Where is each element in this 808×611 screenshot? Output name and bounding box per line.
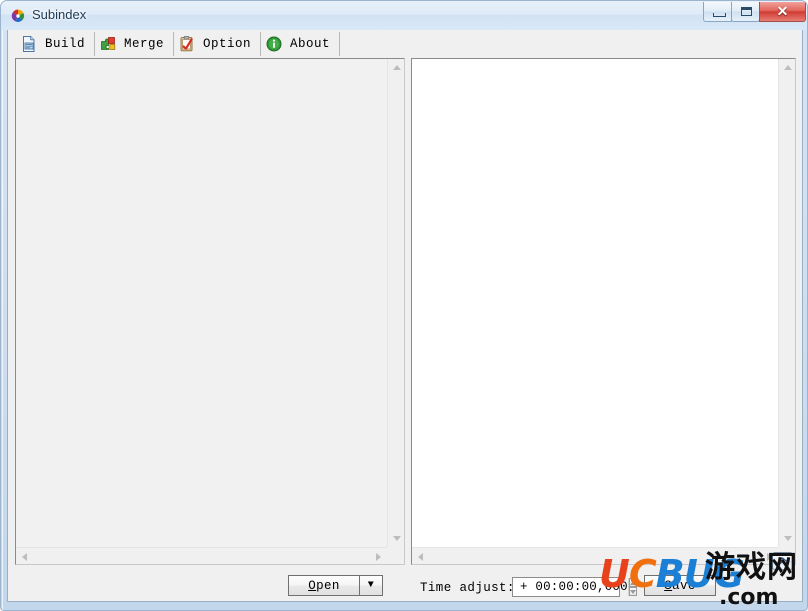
time-adjust-decrement-button[interactable] <box>628 587 637 596</box>
time-adjust-label: Time adjust: <box>420 581 515 595</box>
open-button-label-rest: pen <box>316 578 340 593</box>
scroll-up-arrow-left[interactable] <box>388 59 404 76</box>
scroll-down-arrow-right[interactable] <box>779 530 795 547</box>
left-panel-vertical-scrollbar[interactable] <box>387 59 404 547</box>
maximize-icon <box>741 7 752 16</box>
close-button[interactable]: ✕ <box>759 2 806 22</box>
scroll-left-arrow-right[interactable] <box>412 548 429 564</box>
option-clipboard-icon <box>180 35 193 51</box>
chevron-down-icon <box>629 589 636 594</box>
right-panel-horizontal-scrollbar[interactable] <box>412 547 778 564</box>
save-button-accelerator: S <box>664 578 673 593</box>
chevron-right-icon <box>376 552 381 561</box>
minimize-icon <box>713 13 726 17</box>
merge-puzzle-icon <box>101 36 116 50</box>
toolbar-label-build: Build <box>45 36 86 51</box>
toolbar-label-merge: Merge <box>124 36 165 51</box>
open-button[interactable]: Open <box>288 575 360 596</box>
collapse-panel-button[interactable] <box>772 552 793 570</box>
right-panel-vertical-scrollbar[interactable] <box>778 59 795 547</box>
chevron-left-icon <box>22 552 27 561</box>
source-subtitle-list-content[interactable] <box>16 59 387 547</box>
window-controls: ✕ <box>703 2 806 24</box>
application-window: Subindex ✕ Build Merge Option About O pe… <box>0 0 808 611</box>
chevron-left-icon <box>418 552 423 561</box>
left-panel-horizontal-scrollbar[interactable] <box>16 547 387 564</box>
open-dropdown-button[interactable]: ▼ <box>359 575 383 596</box>
scroll-right-arrow-left[interactable] <box>370 548 387 564</box>
toolbar-button-merge[interactable]: Merge <box>95 31 175 56</box>
save-button[interactable]: Save <box>644 575 716 596</box>
time-adjust-spinner[interactable]: + 00:00:00,000 <box>512 577 637 597</box>
about-info-icon <box>266 36 282 51</box>
client-area: Build Merge Option About <box>7 30 803 602</box>
scroll-up-arrow-right[interactable] <box>779 59 795 76</box>
scroll-down-arrow-left[interactable] <box>388 530 404 547</box>
output-preview-content[interactable] <box>412 59 778 547</box>
time-adjust-label-rest: ime adjust: <box>427 581 515 595</box>
scroll-left-arrow-left[interactable] <box>16 548 33 564</box>
build-document-icon <box>23 35 35 52</box>
minimize-button[interactable] <box>703 2 732 22</box>
chevron-up-icon <box>392 65 401 70</box>
toolbar-button-option[interactable]: Option <box>174 31 262 56</box>
chevron-down-icon <box>392 536 401 541</box>
app-pinwheel-icon <box>11 9 25 22</box>
title-bar[interactable]: Subindex ✕ <box>1 1 807 30</box>
chevron-down-icon <box>783 536 792 541</box>
toolbar-label-option: Option <box>203 36 252 51</box>
time-adjust-accelerator: T <box>420 581 428 595</box>
output-preview[interactable] <box>411 58 796 565</box>
close-icon: ✕ <box>776 2 789 19</box>
main-toolbar: Build Merge Option About <box>8 30 802 57</box>
chevron-up-icon <box>629 580 636 585</box>
chevron-down-icon: ▼ <box>367 580 375 591</box>
maximize-button[interactable] <box>731 2 760 22</box>
source-subtitle-list[interactable] <box>15 58 405 565</box>
time-adjust-increment-button[interactable] <box>628 578 637 587</box>
toolbar-label-about: About <box>290 36 331 51</box>
window-title: Subindex <box>32 7 87 22</box>
toolbar-button-about[interactable]: About <box>261 31 341 56</box>
chevron-up-icon <box>783 65 792 70</box>
time-adjust-value[interactable]: + 00:00:00,000 <box>513 580 628 594</box>
save-button-label-rest: ave <box>672 578 696 593</box>
toolbar-button-build[interactable]: Build <box>16 31 96 56</box>
left-panel-scrollbar-corner <box>387 547 404 564</box>
open-button-accelerator: O <box>308 578 317 593</box>
double-chevron-up-icon <box>777 556 788 565</box>
time-adjust-spin-buttons[interactable] <box>627 578 637 596</box>
